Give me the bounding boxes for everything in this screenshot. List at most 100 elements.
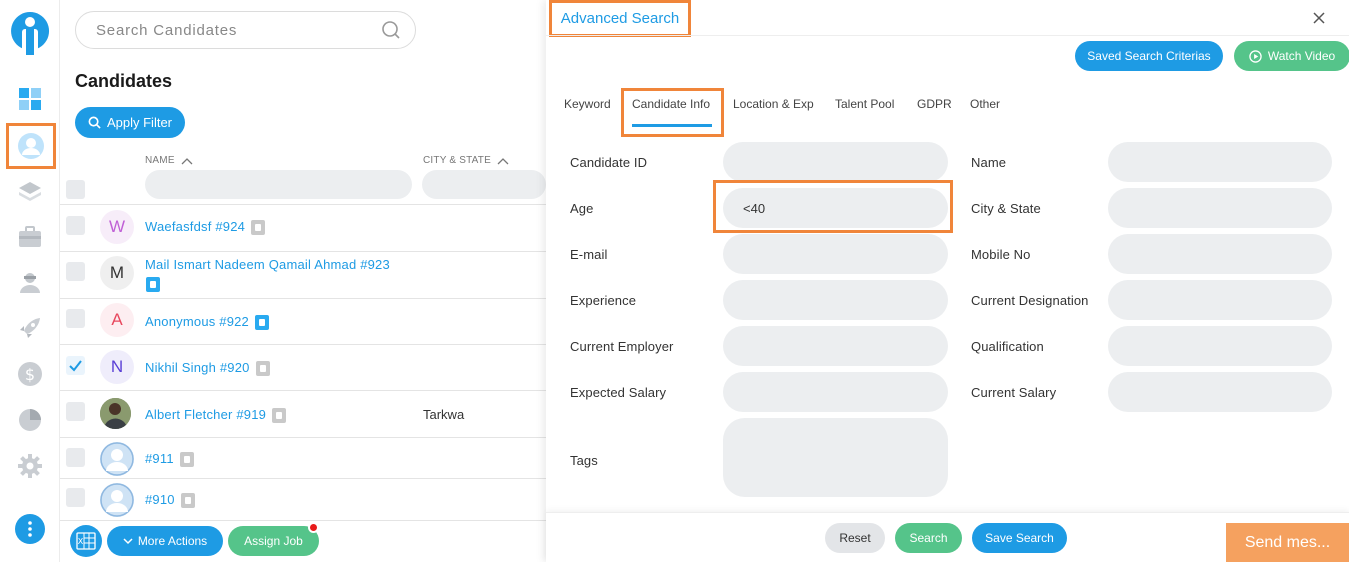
expected-salary-label: Expected Salary [570,385,667,400]
document-icon[interactable] [255,361,270,377]
document-icon[interactable] [179,452,194,468]
pie-chart-icon[interactable] [14,404,46,436]
page-title: Candidates [75,71,173,91]
row-divider [60,478,546,479]
document-icon[interactable] [272,408,287,424]
left-rail: $ [0,0,60,562]
row-checkbox-checked[interactable] [66,356,85,375]
avatar: W [100,210,134,244]
age-field[interactable] [723,188,948,228]
candidate-name-link[interactable]: Albert Fletcher #919 [145,407,287,424]
tab-active-indicator [632,124,712,127]
column-header-name[interactable]: NAME [145,155,193,166]
candidate-search-input[interactable] [96,21,381,39]
city-state-field[interactable] [1108,188,1332,228]
tab-location-exp[interactable]: Location & Exp [733,97,814,111]
search-button[interactable]: Search [895,523,962,553]
current-designation-field[interactable] [1108,280,1332,320]
candidate-search [75,11,416,49]
saved-search-criterias-button[interactable]: Saved Search Criterias [1075,41,1223,71]
avatar-placeholder [100,483,134,517]
layers-icon[interactable] [14,176,46,208]
age-label: Age [570,201,594,216]
tags-field[interactable] [723,418,948,497]
document-icon[interactable] [251,220,266,236]
row-divider [60,204,546,205]
tab-gdpr[interactable]: GDPR [917,97,952,111]
tab-talent-pool[interactable]: Talent Pool [835,97,894,111]
row-checkbox[interactable] [66,488,85,507]
mobile-field[interactable] [1108,234,1332,274]
document-icon[interactable] [180,493,195,509]
document-icon[interactable] [254,315,269,331]
close-icon[interactable] [1310,9,1328,27]
row-divider [60,390,546,391]
tags-label: Tags [570,453,598,468]
more-actions-button[interactable]: More Actions [107,526,223,556]
excel-icon: X [76,532,96,550]
reset-button[interactable]: Reset [825,523,885,553]
more-menu-icon[interactable] [15,514,45,544]
row-checkbox[interactable] [66,309,85,328]
row-divider [60,298,546,299]
tab-keyword[interactable]: Keyword [564,97,611,111]
candidate-id-field[interactable] [723,142,948,182]
rocket-icon[interactable] [14,312,46,344]
candidate-name-link[interactable]: #910 [145,492,195,509]
assign-job-button[interactable]: Assign Job [228,526,319,556]
advanced-search-panel: Advanced Search Saved Search Criterias W… [546,0,1349,562]
dollar-icon[interactable]: $ [14,358,46,390]
avatar-photo [100,398,131,429]
name-filter-input[interactable] [145,170,412,199]
candidate-name-link[interactable]: Anonymous #922 [145,314,269,331]
document-icon[interactable] [146,277,160,292]
tab-other[interactable]: Other [970,97,1000,111]
candidate-name-link[interactable]: Nikhil Singh #920 [145,360,270,377]
current-salary-label: Current Salary [971,385,1057,400]
email-field[interactable] [723,234,948,274]
current-employer-field[interactable] [723,326,948,366]
candidate-name-link[interactable]: Waefasfdsf #924 [145,219,266,236]
svg-text:$: $ [25,365,35,384]
avatar-placeholder [100,442,134,476]
play-icon [1249,49,1262,63]
divider [546,35,1349,36]
avatar: A [100,303,134,337]
candidate-city: Tarkwa [423,407,465,422]
export-excel-button[interactable]: X [70,525,102,557]
mobile-label: Mobile No [971,247,1031,262]
gear-icon[interactable] [14,450,46,482]
user-icon[interactable] [14,266,46,298]
row-checkbox[interactable] [66,448,85,467]
qualification-field[interactable] [1108,326,1332,366]
candidate-name-link[interactable]: #911 [145,451,194,468]
sort-up-icon [497,157,509,164]
search-icon[interactable] [381,20,401,40]
notification-dot [308,522,319,533]
name-field[interactable] [1108,142,1332,182]
apply-filter-button[interactable]: Apply Filter [75,107,185,138]
name-label: Name [971,155,1007,170]
experience-field[interactable] [723,280,948,320]
dashboard-icon[interactable] [14,83,46,115]
chevron-down-icon [123,537,133,544]
row-checkbox[interactable] [66,262,85,281]
candidates-icon[interactable] [6,123,56,169]
row-checkbox[interactable] [66,402,85,421]
watch-video-button[interactable]: Watch Video [1234,41,1349,71]
tab-highlight [621,88,724,137]
avatar: N [100,350,134,384]
candidate-name-link[interactable]: Mail Ismart Nadeem Qamail Ahmad #923 [145,257,390,272]
expected-salary-field[interactable] [723,372,948,412]
email-label: E-mail [570,247,608,262]
current-salary-field[interactable] [1108,372,1332,412]
send-message-chat-button[interactable]: Send mes... [1226,523,1349,562]
row-divider [60,251,546,252]
column-header-city[interactable]: CITY & STATE [423,155,509,166]
save-search-button[interactable]: Save Search [972,523,1067,553]
city-filter-input[interactable] [422,170,546,199]
app-logo[interactable] [9,8,51,56]
briefcase-icon[interactable] [14,221,46,253]
select-all-checkbox[interactable] [66,180,85,199]
row-checkbox[interactable] [66,216,85,235]
